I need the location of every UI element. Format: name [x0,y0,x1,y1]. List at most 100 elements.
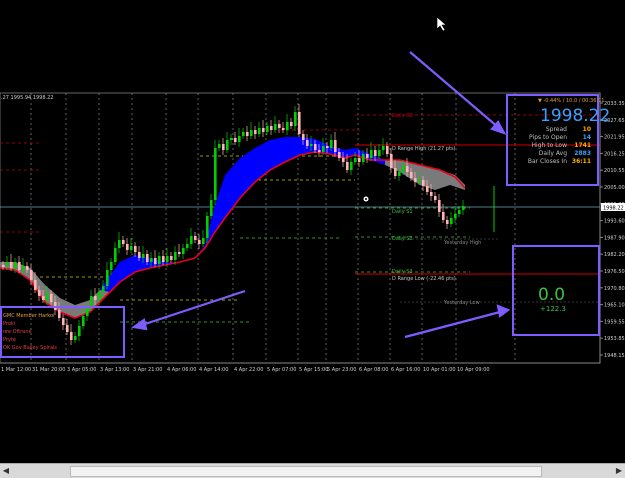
candle-body [334,140,337,152]
candle-body [150,258,153,262]
candle-body [98,292,101,300]
candle-body [438,200,441,212]
candle-body [362,154,365,162]
candle-body [118,240,121,248]
pnl-sub: +122.3 [540,305,566,313]
range-high-label: D Range High (21.27 pts) [392,146,456,152]
candle-body [206,216,209,238]
mouse-cursor-icon [436,16,447,32]
price-tick-label: 2021.95 [604,135,625,141]
candle-body [450,218,453,224]
candle-body [134,246,137,252]
info-top-line: ▼ -0.44% / 10.0 / 00:36:11 [538,98,605,104]
candle-body [342,158,345,162]
candle-body [34,280,37,290]
horizontal-scrollbar[interactable]: ◀ ▶ [0,463,625,478]
candle-body [250,130,253,136]
candle-body [226,140,229,150]
candle-body [194,236,197,240]
info-row-label-3: Daily Avg [538,150,567,157]
candle-body [302,134,305,140]
scroll-left-icon[interactable]: ◀ [0,464,12,478]
ohlc-readout: .27 1995.94 1998.22 [1,95,53,101]
info-price: 1998.22 [540,106,611,126]
time-tick-label: 5 Apr 07:00 [267,367,296,373]
price-tick-label: 1993.60 [604,219,625,225]
time-tick-label: 4 Apr 14:00 [199,367,228,373]
price-tick-label: 1959.55 [604,319,625,325]
price-chart[interactable]: Daily R2 D Range High (21.27 pts) Daily … [0,0,625,477]
time-tick-label: 5 Apr 23:00 [327,367,356,373]
range-low-label: D Range Low (-22.46 pts) [392,276,456,282]
candle-body [426,186,429,192]
candle-body [430,192,433,196]
price-tick-label: 1987.90 [604,235,625,241]
price-tick-label: 2010.55 [604,168,625,174]
candle-body [406,166,409,172]
candle-body [358,158,361,162]
price-tick-label: 1970.80 [604,286,625,292]
daily-r2-label: Daily R2 [392,113,413,119]
info-row-label-4: Bar Closes In [527,158,567,165]
pnl-panel: 0.0 +122.3 [512,245,600,336]
price-tick-label: 1976.50 [604,269,625,275]
info-row-label-1: Pips to Open [529,134,567,141]
info-panel: ▼ -0.44% / 10.0 / 00:36:11 1998.22 Sprea… [506,94,610,186]
scroll-thumb[interactable] [70,466,542,477]
candle-body [374,150,377,156]
candle-body [274,124,277,130]
candle-body [366,154,369,158]
candle-body [94,296,97,300]
candle-body [346,162,349,170]
candle-body [142,254,145,258]
candle-body [126,244,129,250]
candle-body [106,270,109,286]
candle-body [398,172,401,176]
candle-body [282,128,285,130]
candle-body [390,154,393,168]
candle-body [42,296,45,300]
price-tick-label: 1982.20 [604,252,625,258]
yesterday-high-label: Yesterday High [443,240,481,246]
candle-body [222,144,225,150]
candle-body [170,256,173,260]
info-row-value-4: 36:11 [571,158,591,165]
candle-body [178,252,181,254]
candle-body [378,150,381,156]
pnl-value: 0.0 [538,285,566,305]
candle-body [146,254,149,262]
time-tick-label: 31 Mar 20:00 [32,367,65,373]
candle-body [414,178,417,182]
candle-body [418,180,421,182]
candle-body [310,144,313,146]
scroll-right-icon[interactable]: ▶ [613,464,625,478]
candle-body [154,258,157,264]
time-tick-label: 6 Apr 16:00 [391,367,420,373]
candle-body [214,148,217,200]
candle-body [322,146,325,152]
price-axis: 2033.352027.652021.952016.252010.552005.… [600,101,625,359]
candle-body [278,124,281,128]
candle-body [354,158,357,162]
info-row-value-1: 14 [582,134,591,141]
candle-body [318,150,321,152]
info-row-label-2: High to Low [531,142,567,149]
candle-body [10,262,13,268]
candle-body [350,162,353,170]
time-tick-label: 6 Apr 08:00 [359,367,388,373]
candle-body [130,246,133,250]
candle-body [38,290,41,296]
daily-s2-label: Daily S2 [392,236,413,242]
daily-s1-label: Daily S1 [392,209,413,215]
price-tick-label: 1948.15 [604,353,625,359]
daily-s3-label: Daily S3 [392,269,413,275]
candle-body [386,146,389,154]
info-row-label-0: Spread [545,126,567,133]
candle-body [6,262,9,265]
candle-body [102,286,105,292]
candle-body [162,256,165,262]
candle-body [454,214,457,218]
time-tick-label: 5 Apr 15:00 [299,367,328,373]
time-tick-label: 10 Apr 01:00 [423,367,456,373]
candle-body [218,144,221,148]
